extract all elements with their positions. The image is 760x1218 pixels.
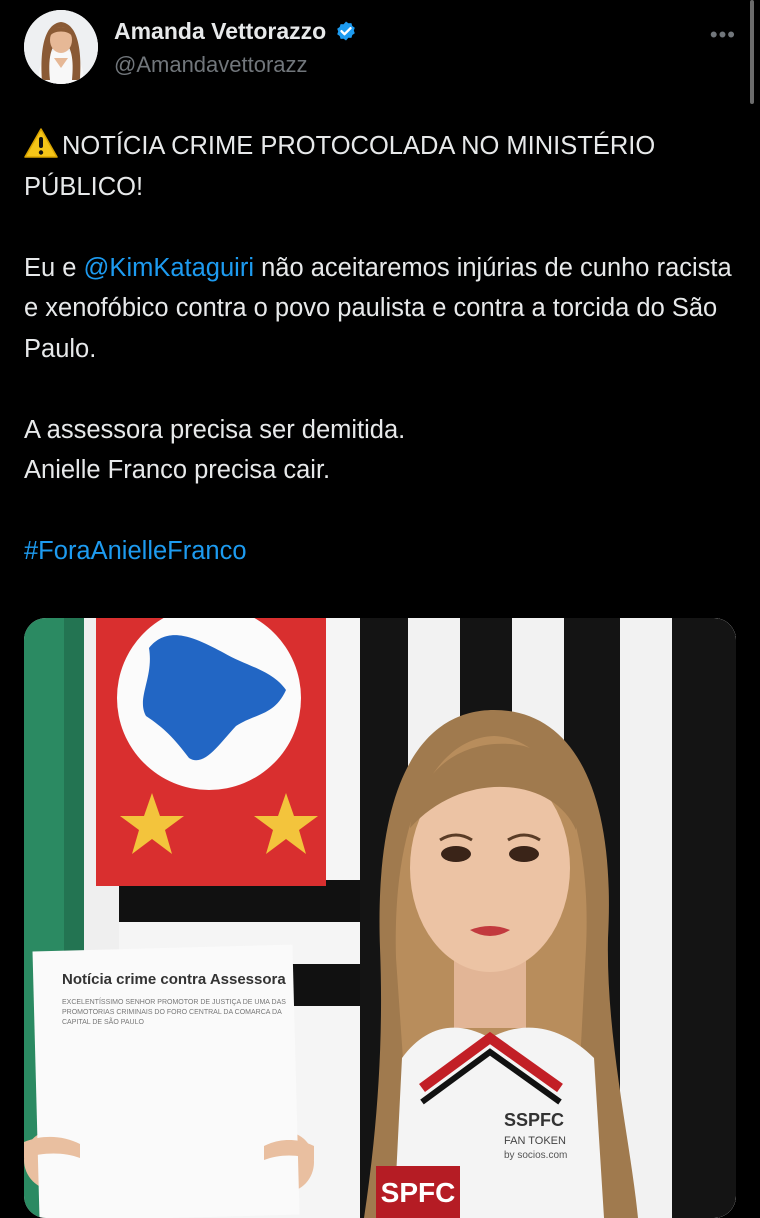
tweet-headline: NOTÍCIA CRIME PROTOCOLADA NO MINISTÉRIO … <box>24 132 656 201</box>
more-options-icon[interactable]: ••• <box>710 22 736 48</box>
tweet-paragraph-3: A assessora precisa ser demitida. Anielle… <box>24 410 736 491</box>
document-paper: Notícia crime contra Assessora EXCELENTÍ… <box>32 944 300 1218</box>
jersey-sponsor-sub: FAN TOKEN <box>504 1135 566 1147</box>
document-line-2: PROMOTORIAS CRIMINAIS DO FORO CENTRAL DA… <box>62 1009 282 1016</box>
jersey-sponsor-sub-2: by socios.com <box>504 1150 567 1161</box>
tweet-header: Amanda Vettorazzo @Amandavettorazz ••• <box>24 10 736 86</box>
author-name-row: Amanda Vettorazzo <box>114 18 358 45</box>
document-line-1: EXCELENTÍSSIMO SENHOR PROMOTOR DE JUSTIÇ… <box>62 997 286 1006</box>
tweet-paragraph-1: NOTÍCIA CRIME PROTOCOLADA NO MINISTÉRIO … <box>24 126 736 207</box>
jersey-crest: SPFC <box>381 1177 456 1208</box>
document-title: Notícia crime contra Assessora <box>62 971 286 988</box>
avatar[interactable] <box>24 10 98 84</box>
tweet-line-cair: Anielle Franco precisa cair. <box>24 456 331 484</box>
verified-badge-icon <box>337 21 355 40</box>
jersey-sponsor: SSPFC <box>504 1110 564 1130</box>
warning-icon <box>24 128 58 158</box>
tweet-text-prefix: Eu e <box>24 253 84 282</box>
tweet-paragraph-2: Eu e @KimKataguiri não aceitaremos injúr… <box>24 248 736 370</box>
tweet-line-demitida: A assessora precisa ser demitida. <box>24 415 406 444</box>
author-display-name[interactable]: Amanda Vettorazzo <box>114 18 326 45</box>
mention-link[interactable]: @KimKataguiri <box>84 254 254 282</box>
scrollbar[interactable] <box>750 0 754 104</box>
tweet-media-image[interactable]: SPFC SSPFC FAN TOKEN by socios.com Notíc… <box>24 618 736 1218</box>
tweet-paragraph-4: #ForaAnielleFranco <box>24 531 736 572</box>
hashtag-link[interactable]: #ForaAnielleFranco <box>24 537 247 565</box>
document-line-3: CAPITAL DE SÃO PAULO <box>62 1017 145 1026</box>
author-handle[interactable]: @Amandavettorazz <box>114 52 308 78</box>
tweet-text: NOTÍCIA CRIME PROTOCOLADA NO MINISTÉRIO … <box>24 126 736 572</box>
